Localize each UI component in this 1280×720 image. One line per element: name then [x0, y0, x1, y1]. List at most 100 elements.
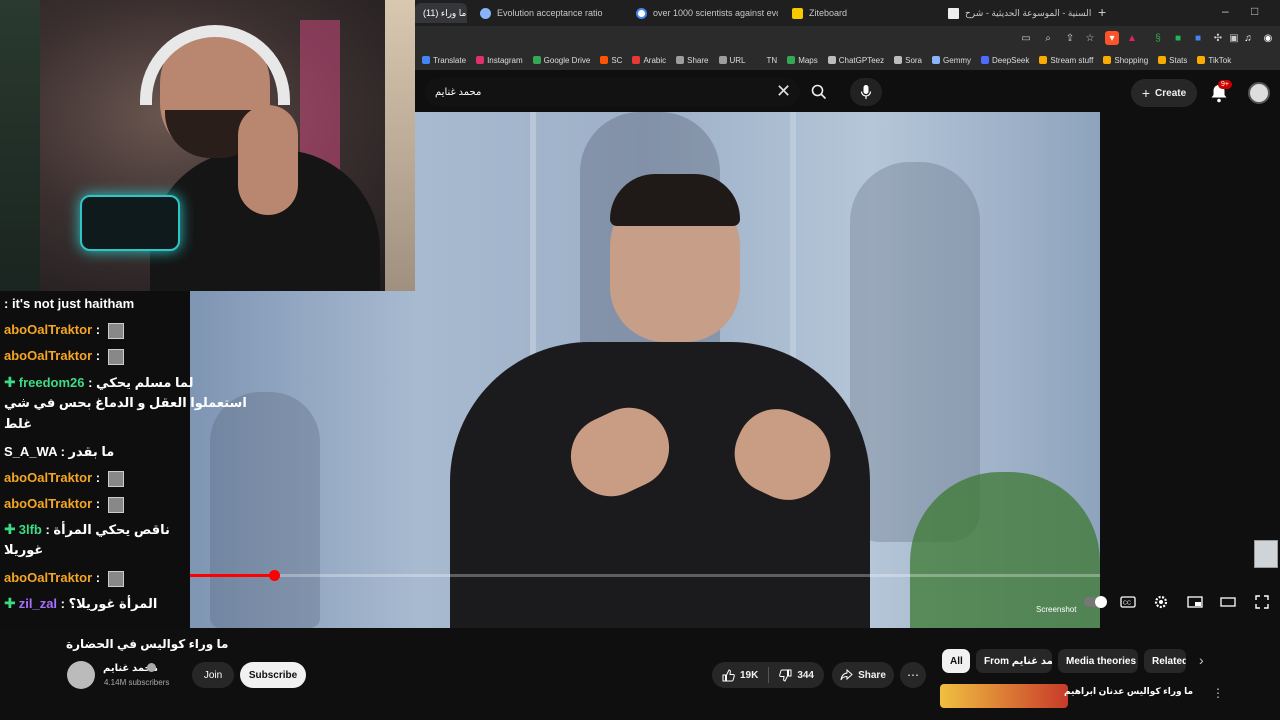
bookmark-item[interactable]: Shopping — [1098, 56, 1153, 65]
streamer-webcam — [0, 0, 415, 291]
mini-thumbnail[interactable] — [1254, 540, 1278, 568]
search-icon[interactable] — [810, 83, 828, 101]
miniplayer-icon[interactable] — [1186, 594, 1204, 610]
join-button[interactable]: Join — [192, 662, 234, 688]
subtitles-icon[interactable]: CC — [1119, 594, 1137, 610]
autoplay-toggle[interactable] — [1084, 596, 1107, 608]
puzzle-icon[interactable]: ✣ — [1211, 31, 1225, 45]
extension-icon[interactable]: ■ — [1191, 31, 1205, 45]
chat-username[interactable]: freedom26 — [19, 375, 85, 390]
bookmark-item[interactable]: Google Drive — [528, 56, 596, 65]
extension-icon[interactable]: § — [1151, 31, 1165, 45]
search-input[interactable]: محمد غنايم — [425, 78, 800, 106]
zoom-icon[interactable]: ⌕ — [1041, 31, 1055, 45]
chat-username[interactable]: aboOalTraktor — [4, 348, 92, 363]
thumbs-up-icon — [722, 668, 735, 681]
ziteboard-icon — [792, 7, 803, 19]
chat-username[interactable]: aboOalTraktor — [4, 496, 92, 511]
chat-message: غلط — [4, 416, 32, 432]
cast-icon[interactable]: ▭ — [1019, 31, 1033, 45]
subscribe-button[interactable]: Subscribe — [240, 662, 306, 688]
video-progress-scrubber[interactable] — [269, 570, 280, 581]
bookmark-item[interactable]: Translate — [417, 56, 471, 65]
bookmark-item[interactable]: Stream stuff — [1034, 56, 1098, 65]
bookmark-icon — [1197, 56, 1206, 64]
settings-gear-icon[interactable] — [1152, 594, 1170, 610]
bookmark-item[interactable]: URL — [714, 56, 751, 65]
chat-text: : — [92, 570, 104, 585]
tab-ziteboard[interactable]: Ziteboard — [784, 3, 934, 23]
chat-message: ✚ 3lfb : ناقص يحكي المرأة — [4, 521, 170, 538]
brave-rewards-icon[interactable]: ▲ — [1125, 31, 1139, 45]
more-actions-icon[interactable]: ⋯ — [900, 662, 926, 688]
tab-title: Ziteboard — [809, 8, 848, 18]
sidebar-icon[interactable]: ▣ — [1227, 31, 1241, 45]
chat-username[interactable]: aboOalTraktor — [4, 570, 92, 585]
chat-text: : — [92, 348, 104, 363]
bookmark-item[interactable]: TN — [751, 56, 783, 65]
tab-dorar[interactable]: الدرر السنية - الموسوعة الحديثية - شرح — [940, 3, 1092, 23]
chat-username[interactable]: aboOalTraktor — [4, 470, 92, 485]
chat-username[interactable]: zil_zal — [19, 596, 57, 611]
google-icon — [636, 7, 647, 19]
new-tab-button[interactable]: + — [1098, 4, 1106, 20]
clear-search-icon[interactable]: ✕ — [776, 82, 791, 100]
chat-username[interactable]: S_A_WA — [4, 444, 57, 459]
shelf-decoration — [0, 0, 40, 291]
chat-username[interactable]: aboOalTraktor — [4, 322, 92, 337]
voice-search-button[interactable] — [850, 78, 882, 106]
bookmark-item[interactable]: ChatGPTeez — [823, 56, 889, 65]
presenter-hair — [610, 174, 740, 226]
bookmark-item[interactable]: Stats — [1153, 56, 1192, 65]
account-avatar[interactable] — [1248, 82, 1270, 104]
share-page-icon[interactable]: ⇪ — [1063, 31, 1077, 45]
theater-mode-icon[interactable] — [1219, 594, 1237, 610]
bookmark-label: Stats — [1169, 55, 1188, 65]
share-label: Share — [858, 669, 886, 681]
share-button[interactable]: Share — [832, 662, 894, 688]
media-icon[interactable]: ♫ — [1241, 31, 1255, 45]
bookmark-item[interactable]: TikTok — [1192, 56, 1236, 65]
subscriber-badge-icon: ✚ — [4, 374, 16, 390]
tab-evolution-acceptance[interactable]: Evolution acceptance ratio — [472, 3, 622, 23]
bookmark-item[interactable]: Gemmy — [927, 56, 976, 65]
tab-scientists-search[interactable]: over 1000 scientists against evolution — [628, 3, 778, 23]
like-button[interactable]: 19K — [712, 662, 768, 688]
chevron-right-icon[interactable]: › — [1199, 652, 1204, 668]
bookmark-item[interactable]: SC — [595, 56, 627, 65]
chat-message: استعملوا العقل و الدماغ بحس في شي — [4, 395, 247, 411]
minimize-button[interactable]: – — [1222, 4, 1229, 18]
recommended-more-icon[interactable]: ⋮ — [1212, 686, 1224, 700]
chip-related[interactable]: Related — [1144, 649, 1186, 673]
bookmark-item[interactable]: DeepSeek — [976, 56, 1034, 65]
channel-avatar[interactable] — [67, 661, 95, 689]
recommended-video-thumbnail[interactable] — [940, 684, 1068, 708]
bookmark-item[interactable]: Arabic — [627, 56, 671, 65]
svg-text:CC: CC — [1123, 601, 1131, 607]
fullscreen-icon[interactable] — [1253, 594, 1271, 610]
bookmark-star-icon[interactable]: ☆ — [1083, 31, 1097, 45]
bookmark-item[interactable]: Sora — [889, 56, 927, 65]
chip-media-theories[interactable]: Media theories — [1058, 649, 1138, 673]
profile-icon[interactable]: ◉ — [1261, 31, 1275, 45]
chat-text: : — [92, 470, 104, 485]
recommended-video-title[interactable]: ما وراء كواليس عدنان ابراهيم — [1064, 686, 1193, 697]
bookmark-icon — [981, 56, 990, 64]
maximize-button[interactable]: □ — [1251, 4, 1258, 18]
dislike-button[interactable]: 344 — [769, 662, 824, 688]
chat-username[interactable]: 3lfb — [19, 522, 42, 537]
video-side-area — [1100, 112, 1280, 628]
bookmark-item[interactable]: Maps — [782, 56, 823, 65]
chip-from-channel[interactable]: From محمد غنايم — [976, 649, 1052, 673]
create-button[interactable]: + Create — [1131, 79, 1197, 107]
chip-all[interactable]: All — [942, 649, 970, 673]
bookmark-item[interactable]: Share — [671, 56, 713, 65]
tab-youtube[interactable]: (11) ما وراء ✕ — [415, 3, 467, 23]
extension-icon[interactable]: ■ — [1171, 31, 1185, 45]
subscriber-count: 4.14M subscribers — [104, 678, 170, 687]
bookmark-label: Gemmy — [943, 55, 972, 65]
brave-shield-icon[interactable]: ▾ — [1105, 31, 1119, 45]
thumbs-down-icon — [779, 669, 792, 682]
chat-message: ✚ freedom26 : لما مسلم يحكي — [4, 374, 194, 391]
bookmark-item[interactable]: Instagram — [471, 56, 528, 65]
